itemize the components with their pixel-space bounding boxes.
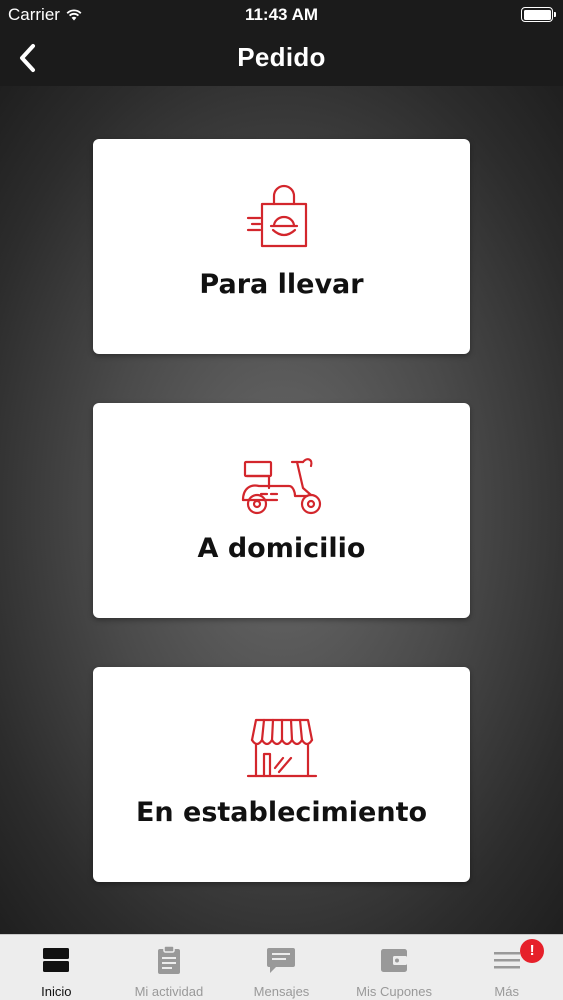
storefront-icon: [246, 718, 317, 778]
wallet-icon: [381, 949, 408, 972]
tab-label: Mis Cupones: [356, 984, 433, 999]
tab-mas[interactable]: ! Más: [450, 935, 563, 1000]
page-title: Pedido: [237, 42, 326, 72]
clipboard-icon: [157, 945, 180, 974]
tab-mensajes[interactable]: Mensajes: [225, 935, 338, 1000]
home-icon: [43, 948, 70, 972]
tab-label: Mi actividad: [134, 984, 204, 999]
delivery-scooter-icon: [241, 458, 321, 515]
message-icon: [267, 948, 296, 973]
option-label: Para llevar: [199, 269, 364, 300]
clock: 11:43 AM: [244, 5, 319, 24]
status-bar: Carrier 11:43 AM: [0, 0, 563, 30]
option-card-takeaway[interactable]: Para llevar: [93, 139, 470, 354]
option-label: En establecimiento: [135, 797, 428, 828]
battery-level: [523, 9, 551, 20]
tab-label: Mensajes: [253, 984, 310, 999]
option-card-in-store[interactable]: En establecimiento: [93, 667, 470, 882]
tab-bar: Inicio Mi actividad Mensajes Mis Cupones…: [0, 934, 563, 1000]
tab-mis-cupones[interactable]: Mis Cupones: [338, 935, 451, 1000]
option-card-delivery[interactable]: A domicilio: [93, 403, 470, 618]
notification-badge: !: [520, 939, 545, 963]
takeaway-bag-icon: [246, 184, 307, 248]
navigation-bar: Pedido: [0, 30, 563, 86]
tab-label: Más: [494, 984, 519, 999]
tab-inicio[interactable]: Inicio: [0, 935, 113, 1000]
option-label: A domicilio: [197, 533, 366, 564]
battery-icon: [521, 7, 556, 22]
tab-label: Inicio: [41, 984, 72, 999]
tab-mi-actividad[interactable]: Mi actividad: [113, 935, 226, 1000]
order-options: Para llevar A domicilio En establecimien…: [0, 86, 563, 934]
menu-icon: [493, 952, 520, 969]
